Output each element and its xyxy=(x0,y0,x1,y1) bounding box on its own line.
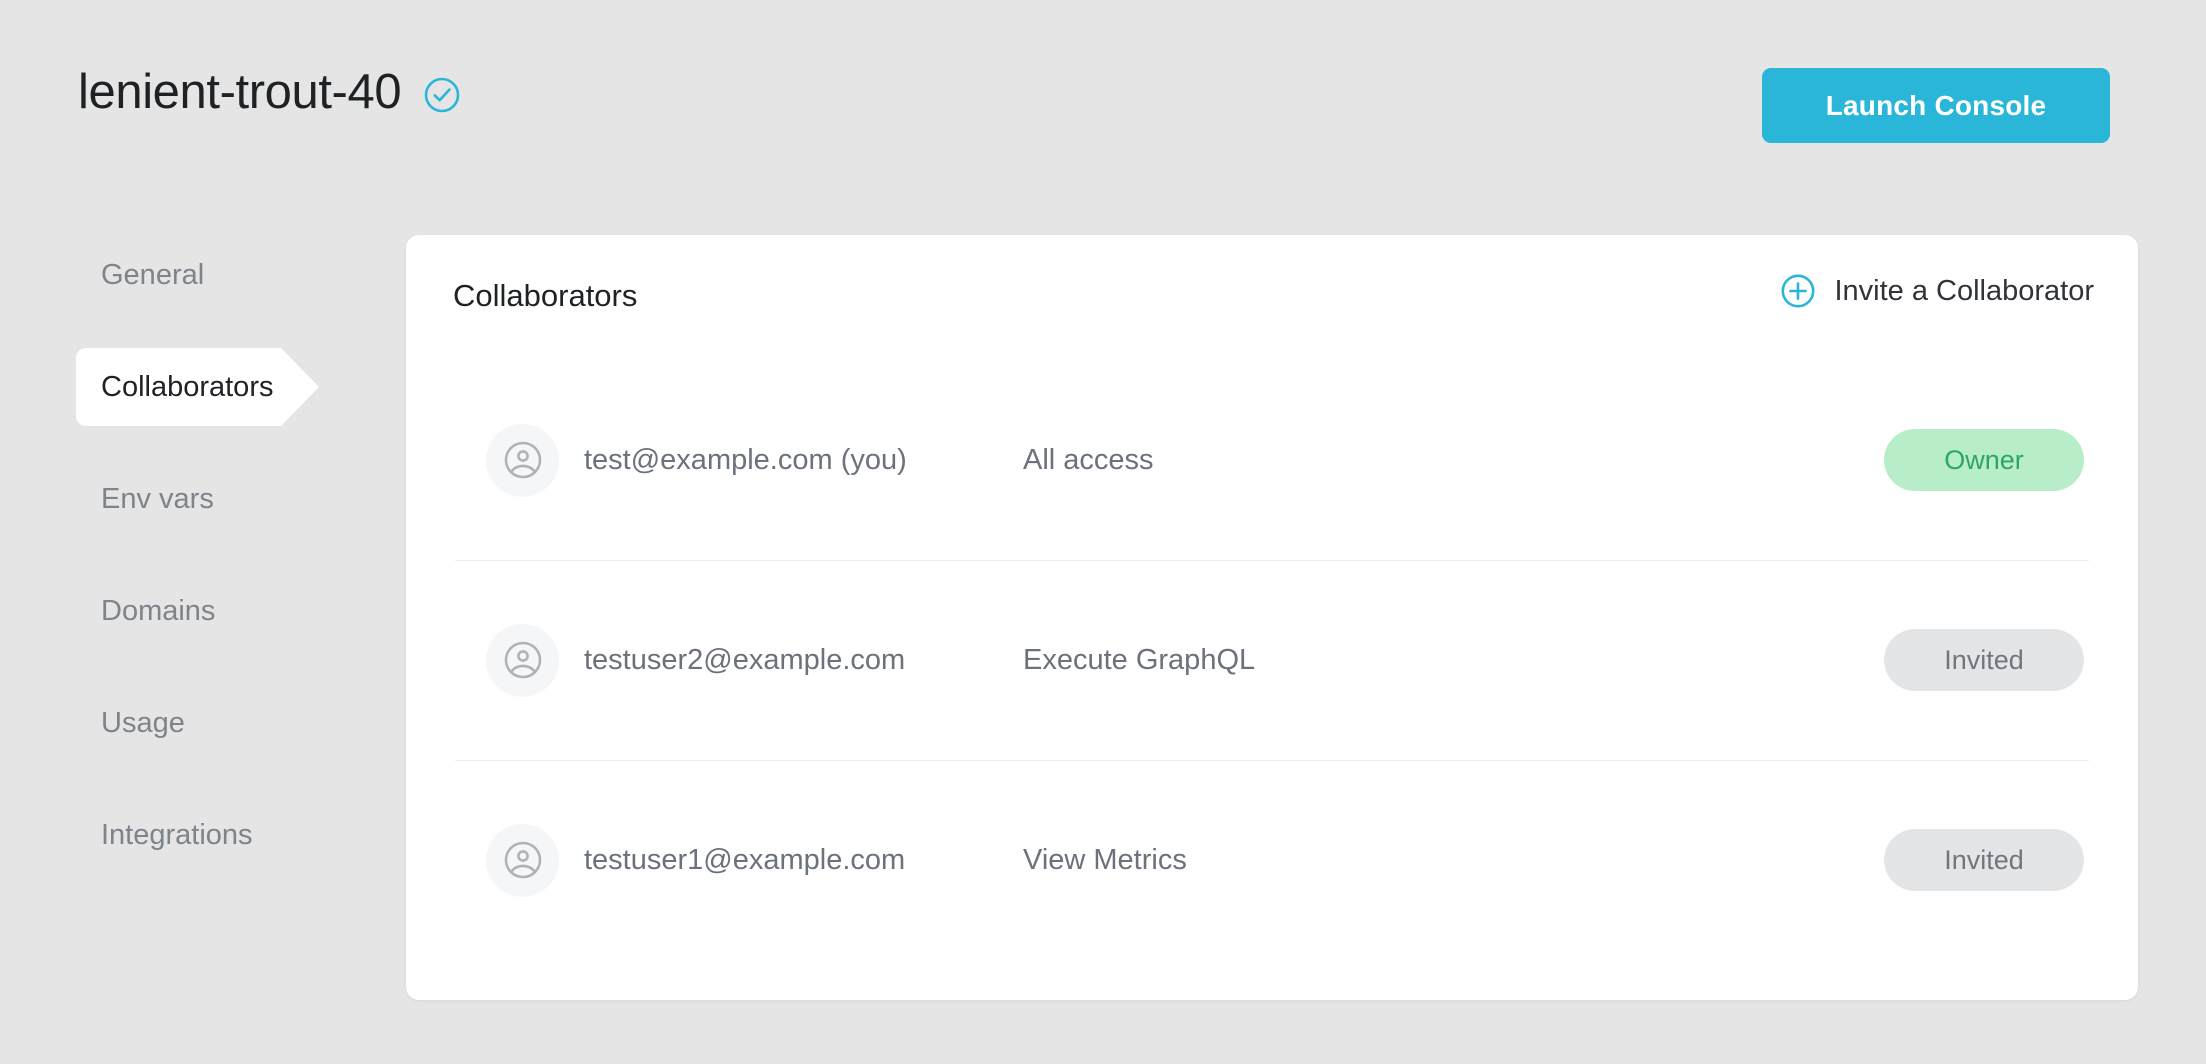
collaborators-card: Collaborators Invite a Collaborator xyxy=(406,235,2138,1000)
sidebar-item-usage[interactable]: Usage xyxy=(0,684,350,762)
settings-page: lenient-trout-40 Launch Console General … xyxy=(0,0,2206,1064)
page-title: lenient-trout-40 xyxy=(78,68,401,117)
sidebar-item-integrations[interactable]: Integrations xyxy=(0,796,350,874)
invite-collaborator-button[interactable]: Invite a Collaborator xyxy=(1780,273,2094,309)
status-badge: Owner xyxy=(1884,429,2084,491)
table-row[interactable]: test@example.com (you) All access Owner xyxy=(406,360,2138,560)
user-circle-icon xyxy=(502,639,544,681)
status-badge: Invited xyxy=(1884,629,2084,691)
sidebar-item-label: Usage xyxy=(101,709,185,738)
sidebar-item-env-vars[interactable]: Env vars xyxy=(0,460,350,538)
collaborator-permission: Execute GraphQL xyxy=(1023,646,1255,675)
collaborator-email: testuser1@example.com xyxy=(584,846,905,875)
collaborators-list: test@example.com (you) All access Owner … xyxy=(406,360,2138,960)
sidebar-item-domains[interactable]: Domains xyxy=(0,572,350,650)
user-circle-icon xyxy=(502,439,544,481)
avatar xyxy=(486,824,559,897)
collaborator-email: test@example.com (you) xyxy=(584,446,907,475)
sidebar-item-label: General xyxy=(101,261,204,290)
project-identity: lenient-trout-40 xyxy=(78,68,461,117)
collaborator-permission: All access xyxy=(1023,446,1154,475)
sidebar-item-general[interactable]: General xyxy=(0,236,350,314)
user-circle-icon xyxy=(502,839,544,881)
collaborator-permission: View Metrics xyxy=(1023,846,1187,875)
plus-circle-icon xyxy=(1780,273,1816,309)
collaborator-email: testuser2@example.com xyxy=(584,646,905,675)
avatar xyxy=(486,624,559,697)
check-circle-icon xyxy=(423,76,461,114)
sidebar-item-label: Env vars xyxy=(101,485,214,514)
launch-console-button[interactable]: Launch Console xyxy=(1762,68,2110,143)
avatar xyxy=(486,424,559,497)
sidebar-item-label: Integrations xyxy=(101,821,253,850)
sidebar-item-label: Collaborators xyxy=(101,373,273,402)
table-row[interactable]: testuser2@example.com Execute GraphQL In… xyxy=(406,560,2138,760)
table-row[interactable]: testuser1@example.com View Metrics Invit… xyxy=(406,760,2138,960)
card-header: Collaborators Invite a Collaborator xyxy=(406,235,2138,353)
invite-collaborator-label: Invite a Collaborator xyxy=(1834,277,2094,306)
card-title: Collaborators xyxy=(453,280,637,311)
sidebar-item-label: Domains xyxy=(101,597,215,626)
sidebar-item-collaborators[interactable]: Collaborators xyxy=(76,348,281,426)
settings-sidebar: General Collaborators Env vars Domains U… xyxy=(0,236,350,908)
status-badge: Invited xyxy=(1884,829,2084,891)
page-header: lenient-trout-40 Launch Console xyxy=(0,0,2206,210)
